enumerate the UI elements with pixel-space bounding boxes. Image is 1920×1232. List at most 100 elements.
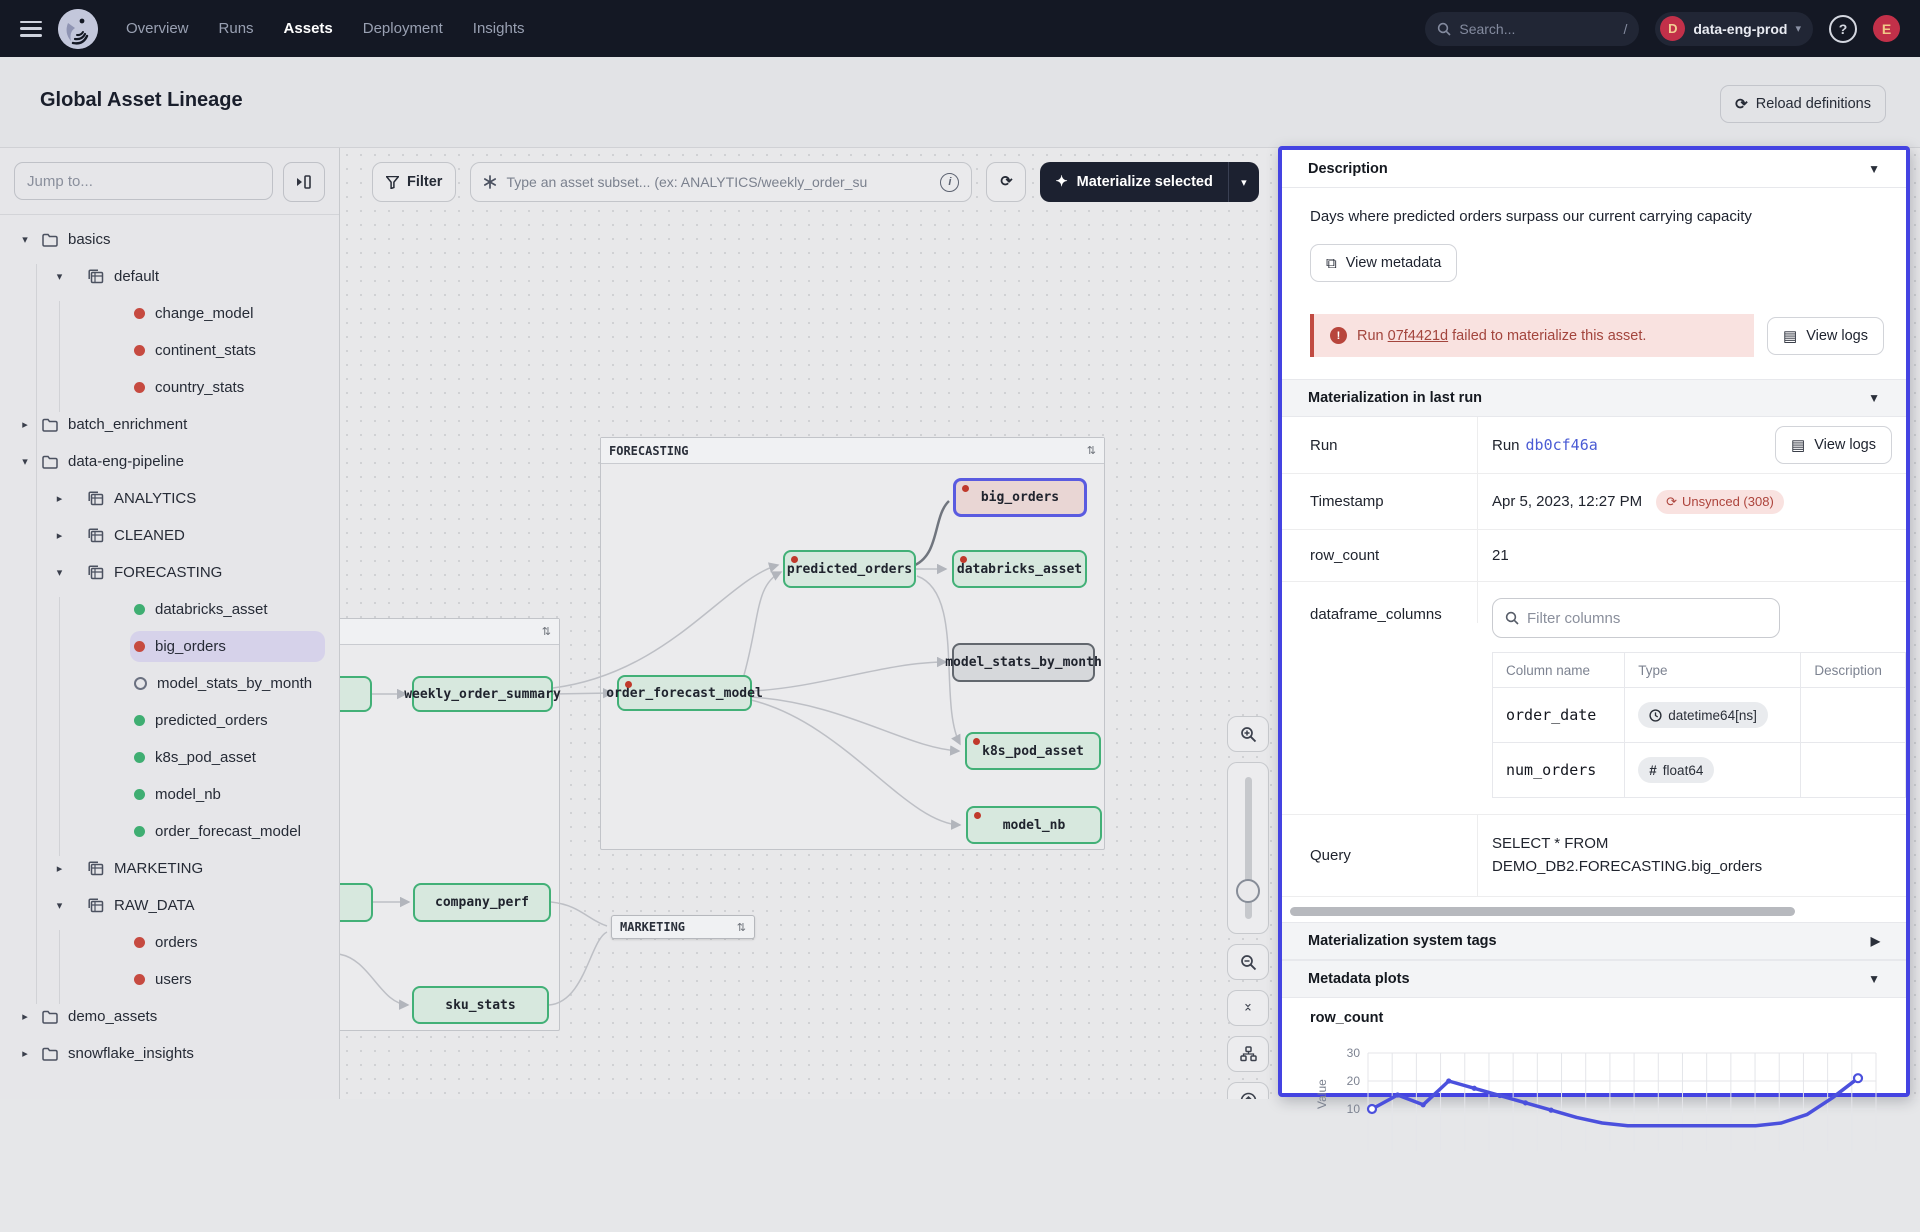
nav-item-assets[interactable]: Assets [284, 20, 333, 37]
sidebar-item-body[interactable]: big_orders [130, 631, 325, 662]
materialize-main[interactable]: ✦ Materialize selected [1040, 174, 1227, 190]
sidebar-item-raw_data[interactable]: ▾RAW_DATA [0, 887, 339, 924]
recenter-button[interactable] [1227, 1082, 1269, 1099]
caret-down-icon[interactable]: ▾ [0, 233, 38, 246]
sidebar-item-databricks_asset[interactable]: databricks_asset [0, 591, 339, 628]
deployment-switcher[interactable]: D data-eng-prod ▾ [1655, 12, 1813, 46]
sidebar-item-forecasting[interactable]: ▾FORECASTING [0, 554, 339, 591]
filter-button[interactable]: Filter [372, 162, 456, 202]
jump-to-input[interactable] [14, 162, 273, 200]
failed-run-link[interactable]: 07f4421d [1388, 328, 1448, 344]
sidebar-item-snowflake_insights[interactable]: ▸snowflake_insights [0, 1035, 339, 1072]
collapse-group-icon[interactable]: ⇅ [542, 625, 551, 638]
reload-definitions-button[interactable]: ⟳ Reload definitions [1720, 85, 1886, 123]
graph-node-company_perf[interactable]: company_perf [413, 883, 551, 922]
collapse-all-groups-button[interactable]: ⌄⌃ [1227, 990, 1269, 1026]
sidebar-item-body[interactable]: k8s_pod_asset [130, 742, 325, 773]
sidebar-item-orders[interactable]: orders [0, 924, 339, 961]
collapse-group-icon[interactable]: ⇅ [1087, 444, 1096, 457]
sidebar-item-body[interactable]: users [130, 964, 325, 995]
system-tags-section-header[interactable]: Materialization system tags ▶ [1282, 922, 1906, 960]
sidebar-item-body[interactable]: basics [38, 224, 325, 255]
sidebar-item-order_forecast_model[interactable]: order_forecast_model [0, 813, 339, 850]
sidebar-item-data-eng-pipeline[interactable]: ▾data-eng-pipeline [0, 443, 339, 480]
sidebar-item-big_orders[interactable]: big_orders [0, 628, 339, 665]
nav-item-insights[interactable]: Insights [473, 20, 525, 37]
caret-right-icon[interactable]: ▸ [0, 529, 84, 542]
sidebar-item-body[interactable]: order_forecast_model [130, 816, 325, 847]
graph-node-model_nb[interactable]: model_nb [966, 806, 1102, 844]
caret-right-icon[interactable]: ▸ [0, 1047, 38, 1060]
help-icon[interactable]: ? [1829, 15, 1857, 43]
expand-group-icon[interactable]: ⇅ [737, 921, 746, 934]
sidebar-item-batch_enrichment[interactable]: ▸batch_enrichment [0, 406, 339, 443]
sidebar-item-body[interactable]: MARKETING [84, 853, 325, 884]
materialize-dropdown-caret[interactable]: ▾ [1229, 176, 1259, 189]
nav-item-runs[interactable]: Runs [219, 20, 254, 37]
view-logs-button[interactable]: ▤ View logs [1775, 426, 1892, 464]
sidebar-item-body[interactable]: change_model [130, 298, 325, 329]
sidebar-item-basics[interactable]: ▾basics [0, 221, 339, 258]
zoom-out-button[interactable] [1227, 944, 1269, 980]
materialization-section-header[interactable]: Materialization in last run ▼ [1282, 379, 1906, 417]
sidebar-item-body[interactable]: model_stats_by_month [130, 668, 325, 699]
sidebar-item-model_stats_by_month[interactable]: model_stats_by_month [0, 665, 339, 702]
caret-down-icon[interactable]: ▾ [0, 270, 84, 283]
nav-item-deployment[interactable]: Deployment [363, 20, 443, 37]
sidebar-item-body[interactable]: continent_stats [130, 335, 325, 366]
sidebar-item-default[interactable]: ▾default [0, 258, 339, 295]
run-id-link[interactable]: db0cf46a [1526, 436, 1598, 454]
zoom-slider[interactable] [1227, 762, 1269, 934]
sidebar-item-country_stats[interactable]: country_stats [0, 369, 339, 406]
sidebar-item-body[interactable]: default [84, 261, 325, 292]
unsynced-badge[interactable]: ⟳ Unsynced (308) [1656, 490, 1784, 514]
sidebar-item-model_nb[interactable]: model_nb [0, 776, 339, 813]
view-logs-button[interactable]: ▤ View logs [1767, 317, 1884, 355]
metadata-plots-section-header[interactable]: Metadata plots ▼ [1282, 960, 1906, 998]
graph-node-databricks_asset[interactable]: databricks_asset [952, 550, 1087, 588]
graph-node-big_orders[interactable]: big_orders [953, 478, 1087, 517]
collapse-sidebar-button[interactable] [283, 162, 325, 202]
menu-icon[interactable] [20, 21, 42, 37]
sidebar-item-users[interactable]: users [0, 961, 339, 998]
zoom-in-button[interactable] [1227, 716, 1269, 752]
sidebar-item-body[interactable]: RAW_DATA [84, 890, 325, 921]
search-input[interactable]: Search... / [1425, 12, 1639, 46]
dagster-logo-icon[interactable] [58, 9, 98, 49]
graph-node-predicted_orders[interactable]: predicted_orders [783, 550, 916, 588]
info-icon[interactable]: i [940, 173, 959, 192]
horizontal-scrollbar[interactable] [1290, 907, 1795, 916]
caret-right-icon[interactable]: ▸ [0, 1010, 38, 1023]
nav-item-overview[interactable]: Overview [126, 20, 189, 37]
group-marketing-collapsed[interactable]: MARKETING ⇅ [611, 915, 755, 939]
sidebar-item-change_model[interactable]: change_model [0, 295, 339, 332]
sidebar-item-body[interactable]: databricks_asset [130, 594, 325, 625]
graph-node-partial_a[interactable] [340, 676, 372, 712]
sidebar-item-body[interactable]: demo_assets [38, 1001, 325, 1032]
graph-node-weekly_order_summary[interactable]: weekly_order_summary [412, 676, 553, 712]
description-section-header[interactable]: Description ▼ [1282, 150, 1906, 188]
graph-node-order_forecast_model[interactable]: order_forecast_model [617, 675, 752, 711]
graph-node-partial_b[interactable] [340, 883, 373, 922]
sidebar-item-predicted_orders[interactable]: predicted_orders [0, 702, 339, 739]
re-layout-button[interactable] [1227, 1036, 1269, 1072]
sidebar-item-demo_assets[interactable]: ▸demo_assets [0, 998, 339, 1035]
sidebar-item-analytics[interactable]: ▸ANALYTICS [0, 480, 339, 517]
asset-subset-input[interactable]: Type an asset subset... (ex: ANALYTICS/w… [470, 162, 972, 202]
sidebar-item-cleaned[interactable]: ▸CLEANED [0, 517, 339, 554]
graph-node-sku_stats[interactable]: sku_stats [412, 986, 549, 1024]
sidebar-item-body[interactable]: CLEANED [84, 520, 325, 551]
caret-down-icon[interactable]: ▾ [0, 899, 84, 912]
group-forecasting-header[interactable]: FORECASTING ⇅ [601, 438, 1104, 464]
refresh-graph-button[interactable]: ⟳ [986, 162, 1026, 202]
caret-down-icon[interactable]: ▾ [0, 566, 84, 579]
caret-down-icon[interactable]: ▾ [0, 455, 38, 468]
view-metadata-button[interactable]: ⧉ View metadata [1310, 244, 1457, 282]
sidebar-item-body[interactable]: model_nb [130, 779, 325, 810]
sidebar-item-k8s_pod_asset[interactable]: k8s_pod_asset [0, 739, 339, 776]
sidebar-item-body[interactable]: orders [130, 927, 325, 958]
graph-node-k8s_pod_asset[interactable]: k8s_pod_asset [965, 732, 1101, 770]
sidebar-item-body[interactable]: FORECASTING [84, 557, 325, 588]
sidebar-item-continent_stats[interactable]: continent_stats [0, 332, 339, 369]
caret-right-icon[interactable]: ▸ [0, 862, 84, 875]
